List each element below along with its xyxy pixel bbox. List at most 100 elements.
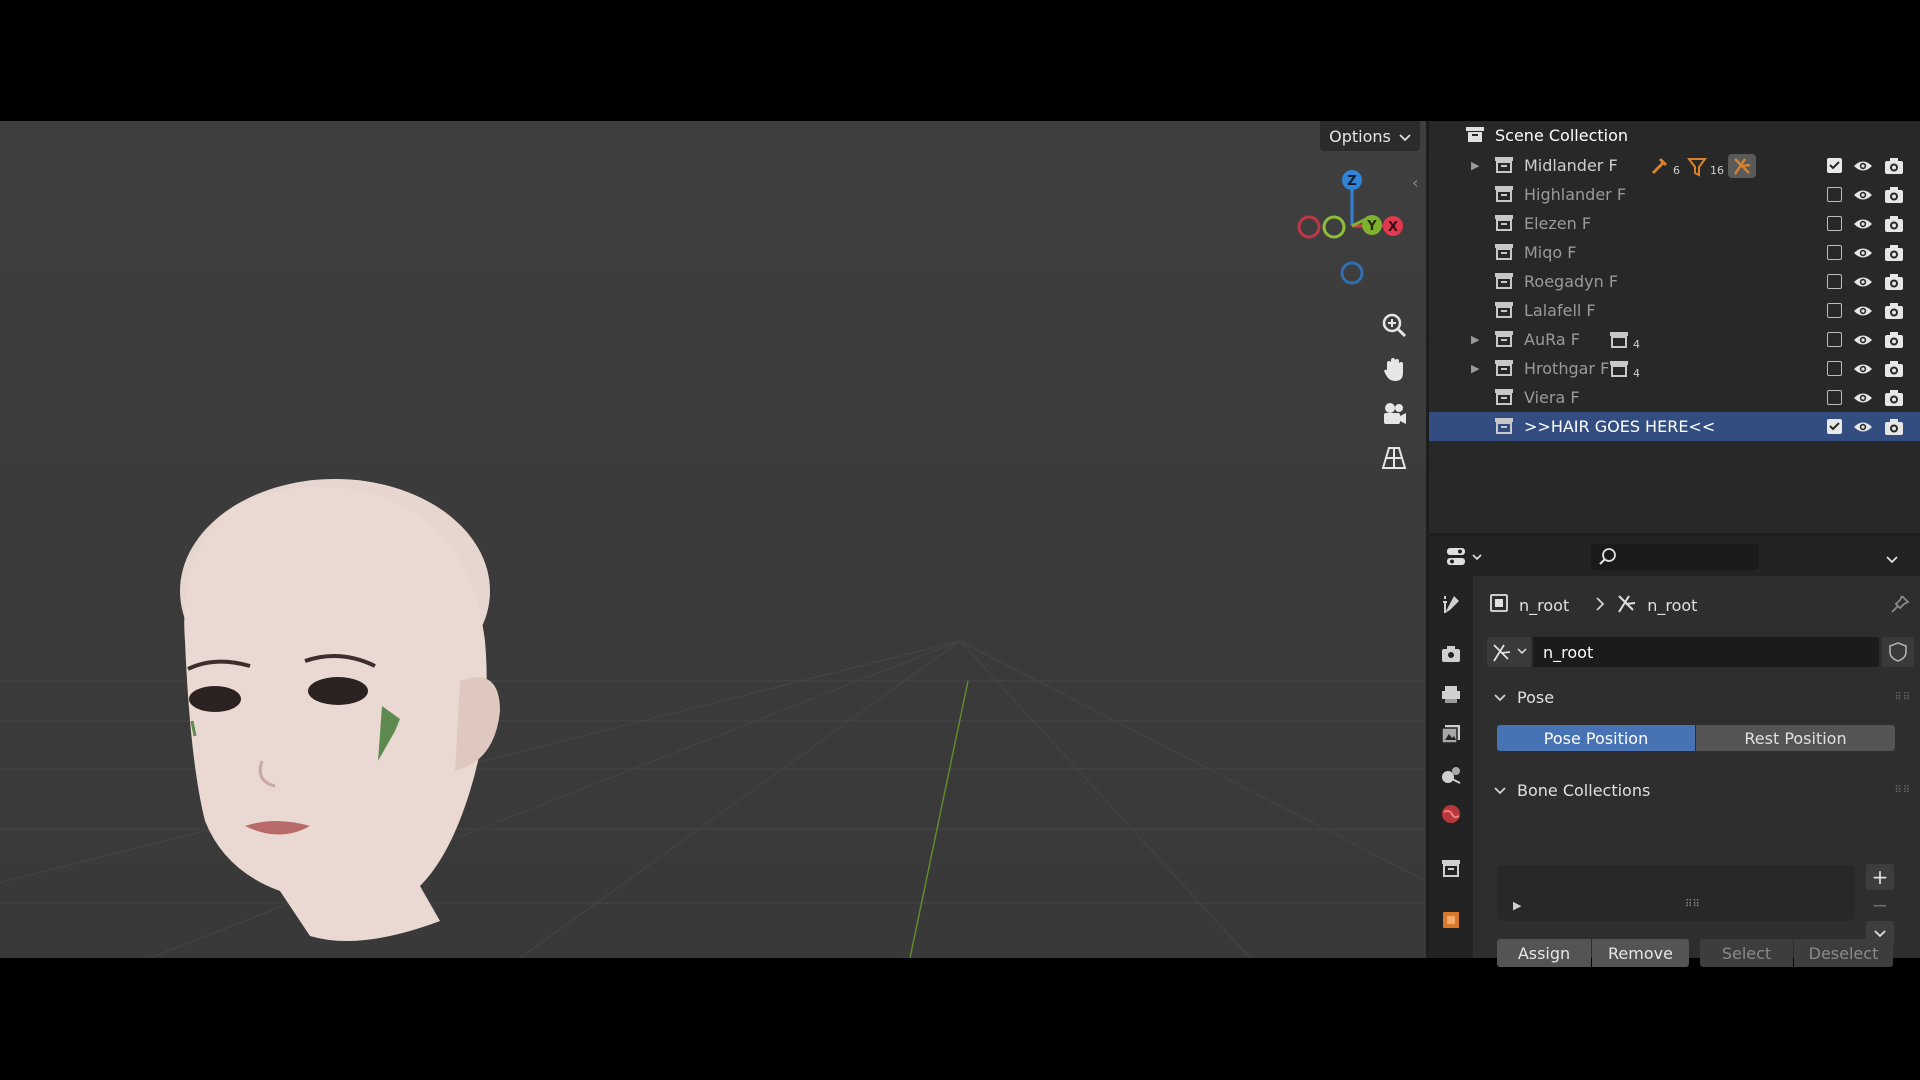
expand-arrow-icon[interactable]: ▶: [1471, 362, 1479, 375]
bone-collections-list[interactable]: ▶ ⠿⠿: [1497, 865, 1855, 921]
remove-bone-collection-button[interactable]: −: [1866, 892, 1894, 918]
deselect-button[interactable]: Deselect: [1794, 939, 1893, 967]
breadcrumb: n_root n_root: [1489, 592, 1697, 618]
select-button[interactable]: Select: [1700, 939, 1793, 967]
exclude-checkbox[interactable]: [1827, 158, 1842, 173]
exclude-checkbox[interactable]: [1827, 187, 1842, 202]
assign-button[interactable]: Assign: [1497, 939, 1591, 967]
outliner-collection-row[interactable]: Elezen F: [1429, 209, 1920, 238]
panel-drag-grip-icon[interactable]: ⠿⠿: [1894, 692, 1911, 703]
outliner-collection-row[interactable]: Highlander F: [1429, 180, 1920, 209]
outliner-panel[interactable]: Scene Collection ▶ Midlander F 6 16 Highland…: [1429, 121, 1920, 533]
eye-icon[interactable]: [1853, 362, 1873, 376]
outliner-collection-row[interactable]: Roegadyn F: [1429, 267, 1920, 296]
world-tab-icon[interactable]: [1439, 802, 1463, 826]
blender-window: Options ‹ Z X Y Scene Collection ▶ Midla…: [0, 121, 1920, 967]
navigation-gizmo[interactable]: Z X Y: [1290, 161, 1420, 291]
render-camera-icon[interactable]: [1884, 360, 1904, 378]
head-model: [180, 479, 500, 941]
eye-icon[interactable]: [1853, 246, 1873, 260]
render-camera-icon[interactable]: [1884, 389, 1904, 407]
exclude-checkbox[interactable]: [1827, 419, 1842, 434]
search-icon: [1599, 548, 1617, 570]
render-camera-icon[interactable]: [1884, 157, 1904, 175]
camera-icon[interactable]: [1376, 396, 1412, 432]
add-bone-collection-button[interactable]: +: [1866, 864, 1894, 890]
bone-collections-panel-header[interactable]: Bone Collections ⠿⠿: [1487, 775, 1917, 805]
collection-tab-icon[interactable]: [1439, 856, 1463, 880]
outliner-collection-row[interactable]: Miqo F: [1429, 238, 1920, 267]
pin-icon[interactable]: [1890, 594, 1910, 618]
panel-drag-grip-icon[interactable]: ⠿⠿: [1894, 785, 1911, 796]
collection-contents-badges[interactable]: 6 16: [1649, 153, 1756, 178]
header-dropdown-chevron-icon[interactable]: [1885, 550, 1899, 569]
exclude-checkbox[interactable]: [1827, 216, 1842, 231]
armature-browse-button[interactable]: [1487, 637, 1531, 667]
gizmo-neg-z-axis[interactable]: [1340, 261, 1364, 285]
list-resize-grip-icon[interactable]: ⠿⠿: [1685, 899, 1700, 910]
outliner-collection-row[interactable]: ▶ Midlander F 6 16: [1429, 151, 1920, 180]
render-camera-icon[interactable]: [1884, 273, 1904, 291]
gizmo-neg-x-axis[interactable]: [1297, 215, 1321, 239]
outliner-collection-row[interactable]: Viera F: [1429, 383, 1920, 412]
properties-panel[interactable]: n_root n_root n_root Pose ⠿⠿ Pose Positi…: [1429, 536, 1920, 967]
breadcrumb-object-label: n_root: [1519, 595, 1570, 615]
editor-type-icon[interactable]: [1447, 546, 1487, 572]
outliner-scene-collection[interactable]: Scene Collection: [1429, 121, 1920, 150]
gizmo-neg-y-axis[interactable]: [1322, 215, 1346, 239]
outliner-collection-row[interactable]: Lalafell F: [1429, 296, 1920, 325]
render-camera-icon[interactable]: [1884, 244, 1904, 262]
view-layer-tab-icon[interactable]: [1439, 722, 1463, 746]
collection-label: Midlander F: [1524, 156, 1618, 175]
list-expand-icon[interactable]: ▶: [1513, 899, 1521, 912]
object-tab-icon[interactable]: [1439, 908, 1463, 932]
exclude-checkbox[interactable]: [1827, 303, 1842, 318]
pan-hand-icon[interactable]: [1376, 351, 1412, 387]
viewport-options-button[interactable]: Options: [1320, 121, 1420, 151]
eye-icon[interactable]: [1853, 304, 1873, 318]
zoom-icon[interactable]: [1376, 307, 1412, 343]
eye-icon[interactable]: [1853, 159, 1873, 173]
collection-label: Miqo F: [1524, 243, 1577, 262]
eye-icon[interactable]: [1853, 188, 1873, 202]
outliner-collection-row[interactable]: ▶ Hrothgar F 4: [1429, 354, 1920, 383]
render-camera-icon[interactable]: [1884, 418, 1904, 436]
exclude-checkbox[interactable]: [1827, 390, 1842, 405]
collection-contents-badges[interactable]: 4: [1609, 357, 1640, 380]
render-camera-icon[interactable]: [1884, 186, 1904, 204]
pose-panel-header[interactable]: Pose ⠿⠿: [1487, 682, 1917, 712]
output-tab-icon[interactable]: [1439, 682, 1463, 706]
eye-icon[interactable]: [1853, 333, 1873, 347]
outliner-collection-row[interactable]: ▶ AuRa F 4: [1429, 325, 1920, 354]
chevron-down-icon: [1874, 930, 1886, 938]
render-camera-icon[interactable]: [1884, 331, 1904, 349]
3d-viewport[interactable]: Options ‹ Z X Y: [0, 121, 1426, 958]
gizmo-x-label: X: [1388, 220, 1398, 235]
render-camera-icon[interactable]: [1884, 302, 1904, 320]
render-tab-icon[interactable]: [1439, 642, 1463, 666]
perspective-grid-icon[interactable]: [1376, 440, 1412, 476]
expand-arrow-icon[interactable]: ▶: [1471, 333, 1479, 346]
eye-icon[interactable]: [1853, 420, 1873, 434]
eye-icon[interactable]: [1853, 275, 1873, 289]
exclude-checkbox[interactable]: [1827, 361, 1842, 376]
exclude-checkbox[interactable]: [1827, 332, 1842, 347]
outliner-collection-row[interactable]: >>HAIR GOES HERE<<: [1429, 412, 1920, 441]
rest-position-button[interactable]: Rest Position: [1696, 725, 1895, 751]
remove-button[interactable]: Remove: [1592, 939, 1689, 967]
exclude-checkbox[interactable]: [1827, 245, 1842, 260]
eye-icon[interactable]: [1853, 391, 1873, 405]
select-label: Select: [1721, 943, 1772, 963]
armature-name-field[interactable]: n_root: [1533, 637, 1879, 667]
scene-tab-icon[interactable]: [1439, 762, 1463, 786]
fake-user-shield-button[interactable]: [1882, 637, 1914, 667]
render-camera-icon[interactable]: [1884, 215, 1904, 233]
tool-tab-icon[interactable]: [1439, 592, 1463, 616]
properties-search-input[interactable]: [1591, 544, 1759, 570]
expand-arrow-icon[interactable]: ▶: [1471, 159, 1479, 172]
options-label: Options: [1329, 126, 1391, 146]
collection-contents-badges[interactable]: 4: [1609, 328, 1640, 351]
eye-icon[interactable]: [1853, 217, 1873, 231]
pose-position-button[interactable]: Pose Position: [1497, 725, 1695, 751]
exclude-checkbox[interactable]: [1827, 274, 1842, 289]
